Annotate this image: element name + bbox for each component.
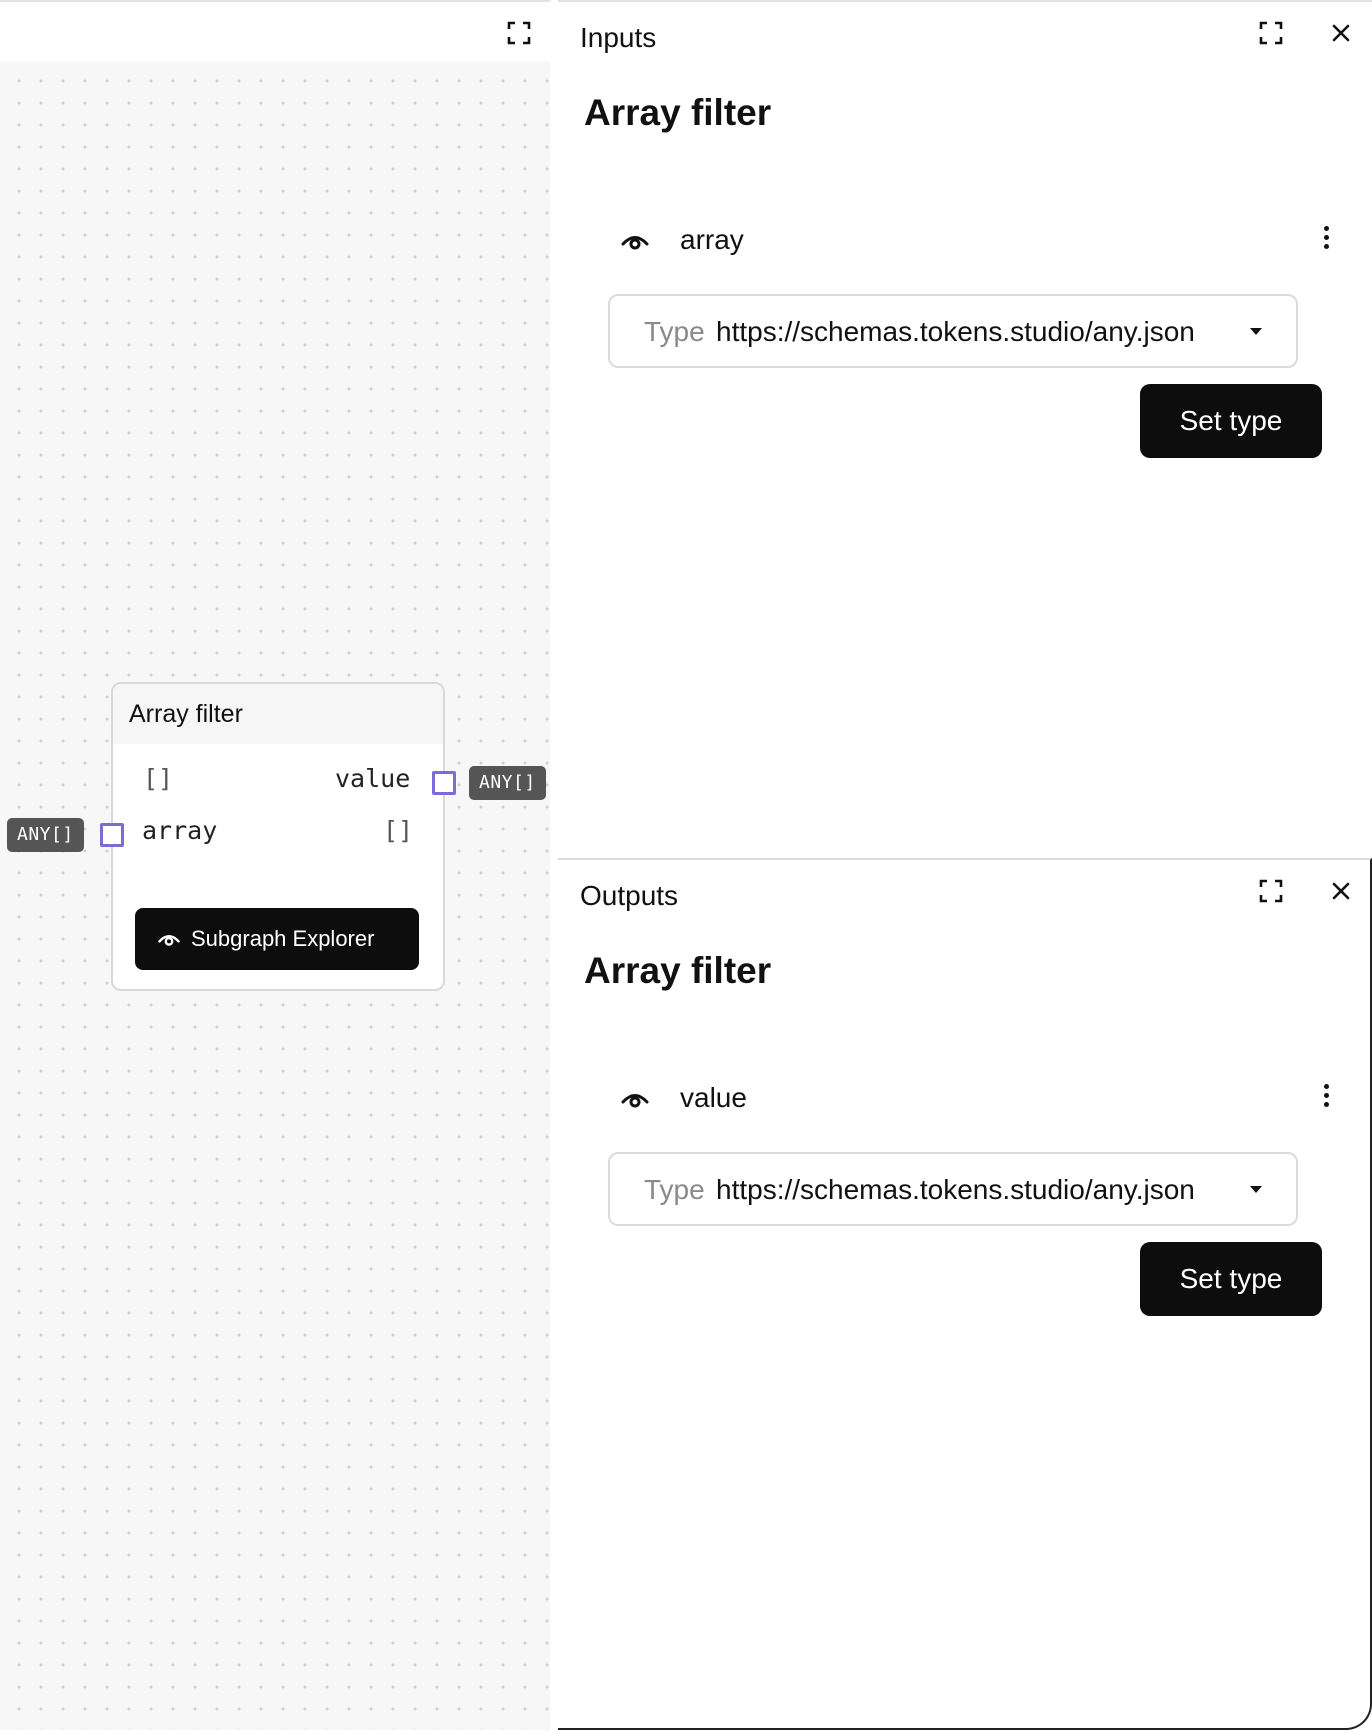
- graph-toolbar: [0, 0, 550, 62]
- outputs-panel-label: Outputs: [580, 880, 679, 911]
- output-type-select[interactable]: Type https://schemas.tokens.studio/any.j…: [608, 1152, 1298, 1226]
- caret-down-icon: [1250, 328, 1262, 335]
- kebab-menu-icon[interactable]: [1318, 222, 1334, 258]
- type-select-label: Type: [644, 316, 705, 347]
- output-type-badge: ANY[]: [469, 766, 546, 800]
- input-type-badge: ANY[]: [7, 818, 84, 852]
- close-icon: [1332, 24, 1350, 42]
- array-filter-node[interactable]: Array filter [] value array [] Subgraph …: [111, 682, 445, 991]
- input-port-handle[interactable]: [100, 823, 124, 847]
- outputs-close-button[interactable]: [1328, 878, 1354, 904]
- input-type-select[interactable]: Type https://schemas.tokens.studio/any.j…: [608, 294, 1298, 368]
- graph-expand-button[interactable]: [506, 20, 532, 46]
- eye-icon[interactable]: [620, 228, 650, 254]
- outputs-expand-button[interactable]: [1258, 878, 1284, 904]
- expand-icon: [507, 21, 531, 45]
- output-port-name: value: [680, 1082, 747, 1113]
- output-port-handle[interactable]: [432, 771, 456, 795]
- subgraph-explorer-button[interactable]: Subgraph Explorer: [135, 908, 419, 970]
- kebab-menu-icon[interactable]: [1318, 1080, 1334, 1116]
- input-set-type-button[interactable]: Set type: [1140, 384, 1322, 458]
- close-icon: [1332, 882, 1350, 900]
- caret-down-icon: [1250, 1186, 1262, 1193]
- outputs-panel-heading: Array filter: [584, 950, 772, 991]
- eye-icon: [158, 935, 180, 946]
- node-title: Array filter: [113, 684, 443, 744]
- inputs-close-button[interactable]: [1328, 20, 1354, 46]
- type-select-value: https://schemas.tokens.studio/any.json: [716, 316, 1195, 347]
- inputs-panel-label: Inputs: [580, 22, 657, 53]
- output-set-type-button[interactable]: Set type: [1140, 1242, 1322, 1316]
- inputs-expand-button[interactable]: [1258, 20, 1284, 46]
- type-select-value: https://schemas.tokens.studio/any.json: [716, 1174, 1195, 1205]
- inputs-panel: Inputs Array filter array Type https://s…: [558, 0, 1372, 858]
- output-port-row: value: [620, 1080, 1340, 1120]
- expand-icon: [1259, 879, 1283, 903]
- expand-icon: [1259, 21, 1283, 45]
- graph-panel: Array filter [] value array [] Subgraph …: [0, 0, 550, 1730]
- subgraph-explorer-label: Subgraph Explorer: [191, 926, 375, 951]
- outputs-panel: Outputs Array filter value Type https://…: [558, 858, 1372, 1730]
- inputs-panel-heading: Array filter: [584, 92, 772, 133]
- type-select-label: Type: [644, 1174, 705, 1205]
- input-port-name: array: [680, 224, 744, 255]
- output-port-label: value: [335, 764, 411, 793]
- input-default-value: []: [383, 816, 414, 845]
- input-port-row: array: [620, 222, 1340, 262]
- input-port-label: array: [142, 816, 218, 845]
- eye-icon[interactable]: [620, 1086, 650, 1112]
- output-default-value: []: [143, 764, 174, 793]
